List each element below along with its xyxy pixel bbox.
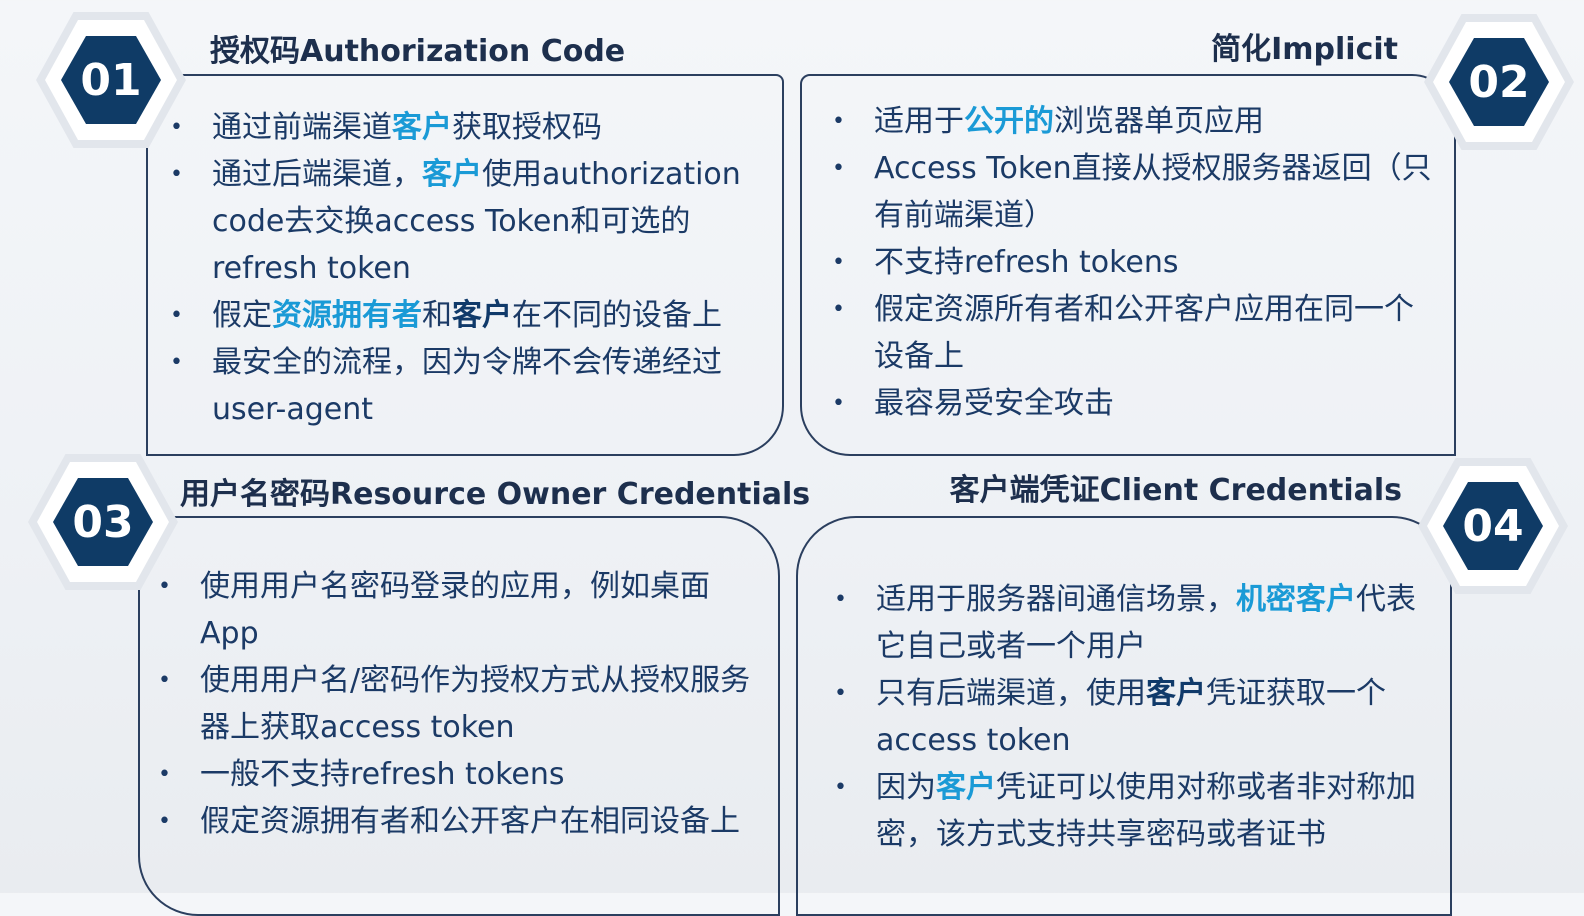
list-item: • 不支持refresh tokens (832, 239, 1434, 286)
hex-badge-02: 02 (1424, 14, 1574, 150)
item-text: 只有后端渠道，使用 (876, 676, 1146, 711)
list-item: • 通过前端渠道客户获取授权码 (170, 104, 772, 151)
bullet-dot-icon: • (158, 668, 171, 693)
item-text: 假定 (212, 298, 272, 333)
bullet-dot-icon: • (832, 250, 845, 275)
item-text: 适用于 (874, 104, 964, 139)
title-implicit: 简化Implicit (1211, 32, 1398, 67)
item-text: 假定资源拥有者和公开客户在相同设备上 (200, 804, 740, 839)
bullet-dot-icon: • (158, 809, 171, 834)
list-item: • 假定资源所有者和公开客户应用在同一个设备上 (832, 286, 1434, 380)
item-text: 通过前端渠道 (212, 110, 392, 145)
list-item: • 使用用户名密码登录的应用，例如桌面App (158, 563, 760, 657)
item-text: 通过后端渠道， (212, 157, 422, 192)
bullet-dot-icon: • (170, 350, 183, 375)
item-text: 假定资源所有者和公开客户应用在同一个设备上 (874, 292, 1414, 374)
item-text: 一般不支持refresh tokens (200, 757, 565, 792)
bullet-dot-icon: • (170, 303, 183, 328)
bullet-dot-icon: • (158, 762, 171, 787)
bullet-list-resource-owner-credentials: • 使用用户名密码登录的应用，例如桌面App • 使用用户名/密码作为授权方式从授权服… (158, 563, 760, 845)
bullet-dot-icon: • (832, 109, 845, 134)
list-item: • 因为客户凭证可以使用对称或者非对称加密，该方式支持共享密码或者证书 (834, 764, 1436, 858)
bullet-list-client-credentials: • 适用于服务器间通信场景，机密客户代表它自己或者一个用户 • 只有后端渠道，使用客户… (834, 576, 1436, 858)
item-text: 获取授权码 (452, 110, 602, 145)
bullet-dot-icon: • (832, 156, 845, 181)
item-text: 使用用户名密码登录的应用，例如桌面App (200, 569, 710, 651)
bullet-dot-icon: • (834, 587, 847, 612)
list-item: • 适用于公开的浏览器单页应用 (832, 98, 1434, 145)
list-item: • 一般不支持refresh tokens (158, 751, 760, 798)
item-text: 适用于服务器间通信场景， (876, 582, 1236, 617)
item-text: 因为 (876, 770, 936, 805)
highlighted-term: 客户 (936, 770, 996, 805)
item-text: 和 (422, 298, 452, 333)
hex-badge-03: 03 (28, 454, 178, 590)
bullet-dot-icon: • (834, 681, 847, 706)
item-text: 不支持refresh tokens (874, 245, 1179, 280)
bullet-dot-icon: • (158, 574, 171, 599)
badge-number: 01 (61, 36, 161, 124)
list-item: • 使用用户名/密码作为授权方式从授权服务器上获取access token (158, 657, 760, 751)
highlighted-term: 客户 (1146, 676, 1206, 711)
list-item: • 通过后端渠道，客户使用authorization code去交换access … (170, 151, 772, 292)
item-text: Access Token直接从授权服务器返回（只有前端渠道） (874, 151, 1432, 233)
list-item: • 最安全的流程，因为令牌不会传递经过user-agent (170, 339, 772, 433)
highlighted-term: 公开的 (964, 104, 1054, 139)
title-resource-owner-credentials: 用户名密码Resource Owner Credentials (180, 477, 811, 512)
list-item: • 只有后端渠道，使用客户凭证获取一个access token (834, 670, 1436, 764)
item-text: 最安全的流程，因为令牌不会传递经过user-agent (212, 345, 722, 427)
highlighted-term: 客户 (392, 110, 452, 145)
badge-number: 04 (1443, 482, 1543, 570)
highlighted-term: 客户 (452, 298, 512, 333)
item-text: 浏览器单页应用 (1054, 104, 1264, 139)
list-item: • 适用于服务器间通信场景，机密客户代表它自己或者一个用户 (834, 576, 1436, 670)
bullet-dot-icon: • (832, 297, 845, 322)
title-client-credentials: 客户端凭证Client Credentials (949, 473, 1402, 508)
title-authorization-code: 授权码Authorization Code (210, 34, 626, 69)
bullet-dot-icon: • (170, 115, 183, 140)
highlighted-term: 资源拥有者 (272, 298, 422, 333)
hex-badge-04: 04 (1418, 458, 1568, 594)
hex-badge-01: 01 (36, 12, 186, 148)
list-item: • 假定资源拥有者和公开客户在相同设备上 (158, 798, 760, 845)
item-text: 在不同的设备上 (512, 298, 722, 333)
list-item: • Access Token直接从授权服务器返回（只有前端渠道） (832, 145, 1434, 239)
bullet-dot-icon: • (170, 162, 183, 187)
highlighted-term: 客户 (422, 157, 482, 192)
list-item: • 假定资源拥有者和客户在不同的设备上 (170, 292, 772, 339)
item-text: 最容易受安全攻击 (874, 386, 1114, 421)
bullet-dot-icon: • (834, 775, 847, 800)
bullet-list-implicit: • 适用于公开的浏览器单页应用 • Access Token直接从授权服务器返回（只有… (832, 98, 1434, 427)
item-text: 使用用户名/密码作为授权方式从授权服务器上获取access token (200, 663, 751, 745)
highlighted-term: 机密客户 (1236, 582, 1356, 617)
bullet-dot-icon: • (832, 391, 845, 416)
badge-number: 03 (53, 478, 153, 566)
bullet-list-authorization-code: • 通过前端渠道客户获取授权码 • 通过后端渠道，客户使用authorization … (170, 104, 772, 433)
list-item: • 最容易受安全攻击 (832, 380, 1434, 427)
badge-number: 02 (1449, 38, 1549, 126)
